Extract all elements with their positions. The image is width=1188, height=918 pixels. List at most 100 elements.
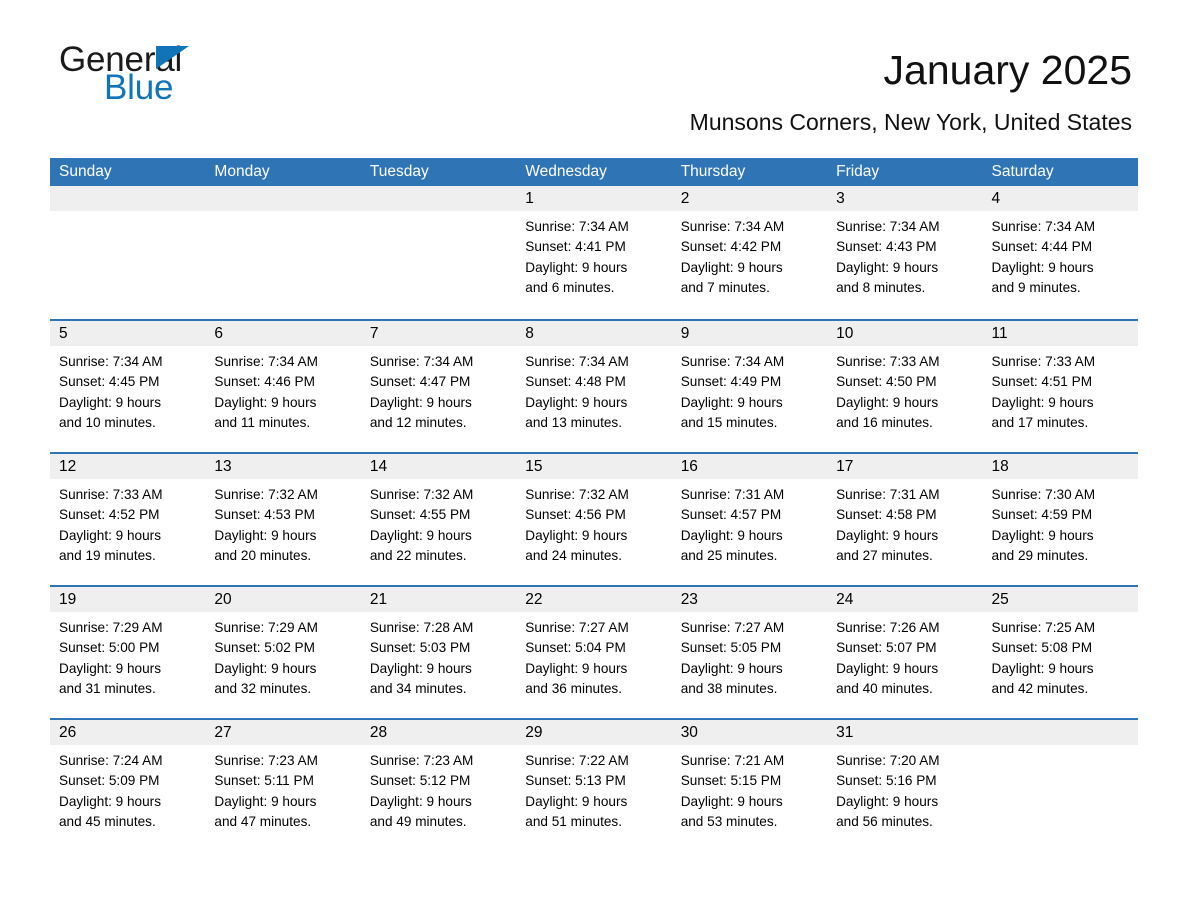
weekday-header-row: Sunday Monday Tuesday Wednesday Thursday…: [50, 158, 1138, 186]
day-cell[interactable]: 23 Sunrise: 7:27 AM Sunset: 5:05 PM Dayligh…: [671, 587, 828, 718]
daylight-text-line2: and 15 minutes.: [680, 414, 778, 430]
day-details: Sunrise: 7:31 AM Sunset: 4:57 PM Daylight:…: [672, 479, 827, 566]
day-cell[interactable]: 24 Sunrise: 7:26 AM Sunset: 5:07 PM Dayligh…: [827, 587, 983, 718]
sunrise-text: Sunrise: 7:23 AM: [369, 753, 474, 768]
daylight-text-line1: Daylight: 9 hours: [214, 394, 317, 410]
daylight-text-line1: Daylight: 9 hours: [525, 394, 628, 410]
daylight-text-line1: Daylight: 9 hours: [991, 527, 1094, 543]
day-cell[interactable]: 16 Sunrise: 7:31 AM Sunset: 4:57 PM Dayligh…: [671, 454, 828, 585]
daylight-text-line2: and 42 minutes.: [991, 680, 1089, 696]
day-cell[interactable]: 12 Sunrise: 7:33 AM Sunset: 4:52 PM Dayligh…: [50, 454, 206, 585]
sunset-text: Sunset: 5:03 PM: [369, 640, 471, 656]
sunset-text: Sunset: 4:46 PM: [214, 374, 315, 390]
day-cell[interactable]: 14 Sunrise: 7:32 AM Sunset: 4:55 PM Dayligh…: [360, 454, 517, 585]
day-number: 26: [50, 720, 206, 745]
day-details: Sunrise: 7:33 AM Sunset: 4:52 PM Daylight:…: [50, 479, 205, 566]
day-details: Sunrise: 7:30 AM Sunset: 4:59 PM Daylight:…: [983, 479, 1138, 566]
daylight-text-line2: and 53 minutes.: [680, 813, 778, 829]
day-number: 12: [50, 454, 206, 479]
sunset-text: Sunset: 4:56 PM: [525, 507, 626, 523]
day-cell[interactable]: 25 Sunrise: 7:25 AM Sunset: 5:08 PM Dayligh…: [982, 587, 1138, 718]
daylight-text-line1: Daylight: 9 hours: [991, 259, 1094, 275]
sunset-text: Sunset: 4:44 PM: [991, 239, 1093, 255]
day-details: Sunrise: 7:34 AM Sunset: 4:43 PM Daylight:…: [827, 211, 982, 298]
weekday-header-monday: Monday: [214, 163, 270, 180]
day-number: 16: [671, 454, 828, 479]
daylight-text-line2: and 34 minutes.: [369, 680, 467, 696]
day-number: 27: [205, 720, 361, 745]
day-cell-empty: [982, 720, 1138, 851]
daylight-text-line1: Daylight: 9 hours: [680, 394, 783, 410]
day-cell[interactable]: 29 Sunrise: 7:22 AM Sunset: 5:13 PM Dayligh…: [516, 720, 672, 851]
day-number: 13: [205, 454, 361, 479]
daylight-text-line1: Daylight: 9 hours: [836, 660, 939, 676]
daylight-text-line2: and 51 minutes.: [525, 813, 622, 829]
sunrise-text: Sunrise: 7:34 AM: [836, 219, 940, 234]
day-details: Sunrise: 7:22 AM Sunset: 5:13 PM Daylight:…: [516, 745, 671, 832]
weekday-header-sunday: Sunday: [59, 163, 112, 180]
sunrise-text: Sunrise: 7:22 AM: [525, 753, 629, 768]
daylight-text-line1: Daylight: 9 hours: [59, 394, 162, 410]
sunset-text: Sunset: 4:59 PM: [991, 507, 1093, 523]
week-row: 26 Sunrise: 7:24 AM Sunset: 5:09 PM Dayligh…: [50, 718, 1138, 851]
daylight-text-line2: and 36 minutes.: [525, 680, 622, 696]
triangle-icon: [156, 46, 189, 69]
general-blue-logo[interactable]: General Blue: [59, 42, 319, 112]
daylight-text-line2: and 12 minutes.: [369, 414, 467, 430]
weekday-header-tuesday: Tuesday: [369, 163, 429, 180]
day-cell[interactable]: 26 Sunrise: 7:24 AM Sunset: 5:09 PM Dayligh…: [50, 720, 206, 851]
day-details: Sunrise: 7:29 AM Sunset: 5:02 PM Daylight:…: [205, 612, 360, 699]
day-cell[interactable]: 17 Sunrise: 7:31 AM Sunset: 4:58 PM Dayligh…: [827, 454, 983, 585]
day-details: Sunrise: 7:23 AM Sunset: 5:11 PM Daylight:…: [205, 745, 360, 832]
day-cell[interactable]: 8 Sunrise: 7:34 AM Sunset: 4:48 PM Daylight…: [516, 321, 672, 452]
daylight-text-line1: Daylight: 9 hours: [59, 660, 162, 676]
day-cell[interactable]: 31 Sunrise: 7:20 AM Sunset: 5:16 PM Dayligh…: [827, 720, 983, 851]
day-cell[interactable]: 21 Sunrise: 7:28 AM Sunset: 5:03 PM Dayligh…: [360, 587, 517, 718]
day-cell[interactable]: 18 Sunrise: 7:30 AM Sunset: 4:59 PM Dayligh…: [982, 454, 1138, 585]
sunrise-text: Sunrise: 7:24 AM: [59, 753, 163, 768]
day-cell[interactable]: 19 Sunrise: 7:29 AM Sunset: 5:00 PM Dayligh…: [50, 587, 206, 718]
day-details: Sunrise: 7:31 AM Sunset: 4:58 PM Daylight:…: [827, 479, 982, 566]
day-number: 17: [827, 454, 983, 479]
day-cell[interactable]: 1 Sunrise: 7:34 AM Sunset: 4:41 PM Daylight…: [516, 186, 672, 319]
day-cell[interactable]: 20 Sunrise: 7:29 AM Sunset: 5:02 PM Dayligh…: [205, 587, 361, 718]
daylight-text-line1: Daylight: 9 hours: [836, 259, 939, 275]
daylight-text-line2: and 8 minutes.: [836, 279, 926, 295]
sunrise-text: Sunrise: 7:33 AM: [991, 354, 1096, 369]
day-cell[interactable]: 27 Sunrise: 7:23 AM Sunset: 5:11 PM Dayligh…: [205, 720, 361, 851]
day-number: 19: [50, 587, 206, 612]
day-details: Sunrise: 7:32 AM Sunset: 4:55 PM Daylight:…: [361, 479, 516, 566]
day-cell[interactable]: 13 Sunrise: 7:32 AM Sunset: 4:53 PM Dayligh…: [205, 454, 361, 585]
sunrise-text: Sunrise: 7:34 AM: [680, 354, 785, 369]
weekday-header-saturday: Saturday: [991, 163, 1054, 180]
daylight-text-line1: Daylight: 9 hours: [680, 259, 783, 275]
daylight-text-line2: and 13 minutes.: [525, 414, 622, 430]
day-details: Sunrise: 7:21 AM Sunset: 5:15 PM Daylight:…: [672, 745, 827, 832]
weeks-container: 1 Sunrise: 7:34 AM Sunset: 4:41 PM Daylight…: [50, 186, 1138, 851]
day-cell[interactable]: 2 Sunrise: 7:34 AM Sunset: 4:42 PM Daylight…: [671, 186, 828, 319]
day-cell[interactable]: 15 Sunrise: 7:32 AM Sunset: 4:56 PM Dayligh…: [516, 454, 672, 585]
day-number: 20: [205, 587, 361, 612]
sunrise-text: Sunrise: 7:20 AM: [836, 753, 940, 768]
daylight-text-line2: and 16 minutes.: [836, 414, 933, 430]
weekday-header-wednesday: Wednesday: [525, 163, 607, 180]
week-row: 1 Sunrise: 7:34 AM Sunset: 4:41 PM Daylight…: [50, 186, 1138, 319]
day-details: Sunrise: 7:26 AM Sunset: 5:07 PM Daylight:…: [827, 612, 982, 699]
day-cell[interactable]: 22 Sunrise: 7:27 AM Sunset: 5:04 PM Dayligh…: [516, 587, 672, 718]
day-cell[interactable]: 9 Sunrise: 7:34 AM Sunset: 4:49 PM Daylight…: [671, 321, 828, 452]
day-cell[interactable]: 28 Sunrise: 7:23 AM Sunset: 5:12 PM Dayligh…: [360, 720, 517, 851]
day-cell[interactable]: 30 Sunrise: 7:21 AM Sunset: 5:15 PM Dayligh…: [671, 720, 828, 851]
day-cell[interactable]: 3 Sunrise: 7:34 AM Sunset: 4:43 PM Daylight…: [827, 186, 983, 319]
day-cell[interactable]: 5 Sunrise: 7:34 AM Sunset: 4:45 PM Daylight…: [50, 321, 206, 452]
day-cell[interactable]: 11 Sunrise: 7:33 AM Sunset: 4:51 PM Dayligh…: [982, 321, 1138, 452]
sunset-text: Sunset: 4:49 PM: [680, 374, 782, 390]
day-cell[interactable]: 7 Sunrise: 7:34 AM Sunset: 4:47 PM Daylight…: [360, 321, 517, 452]
daylight-text-line2: and 9 minutes.: [991, 279, 1081, 295]
day-number: 21: [360, 587, 517, 612]
day-cell[interactable]: 4 Sunrise: 7:34 AM Sunset: 4:44 PM Daylight…: [982, 186, 1138, 319]
sunrise-text: Sunrise: 7:32 AM: [525, 487, 629, 502]
day-cell[interactable]: 10 Sunrise: 7:33 AM Sunset: 4:50 PM Dayligh…: [827, 321, 983, 452]
sunset-text: Sunset: 4:43 PM: [836, 239, 937, 255]
day-cell[interactable]: 6 Sunrise: 7:34 AM Sunset: 4:46 PM Daylight…: [205, 321, 361, 452]
daylight-text-line2: and 40 minutes.: [836, 680, 933, 696]
